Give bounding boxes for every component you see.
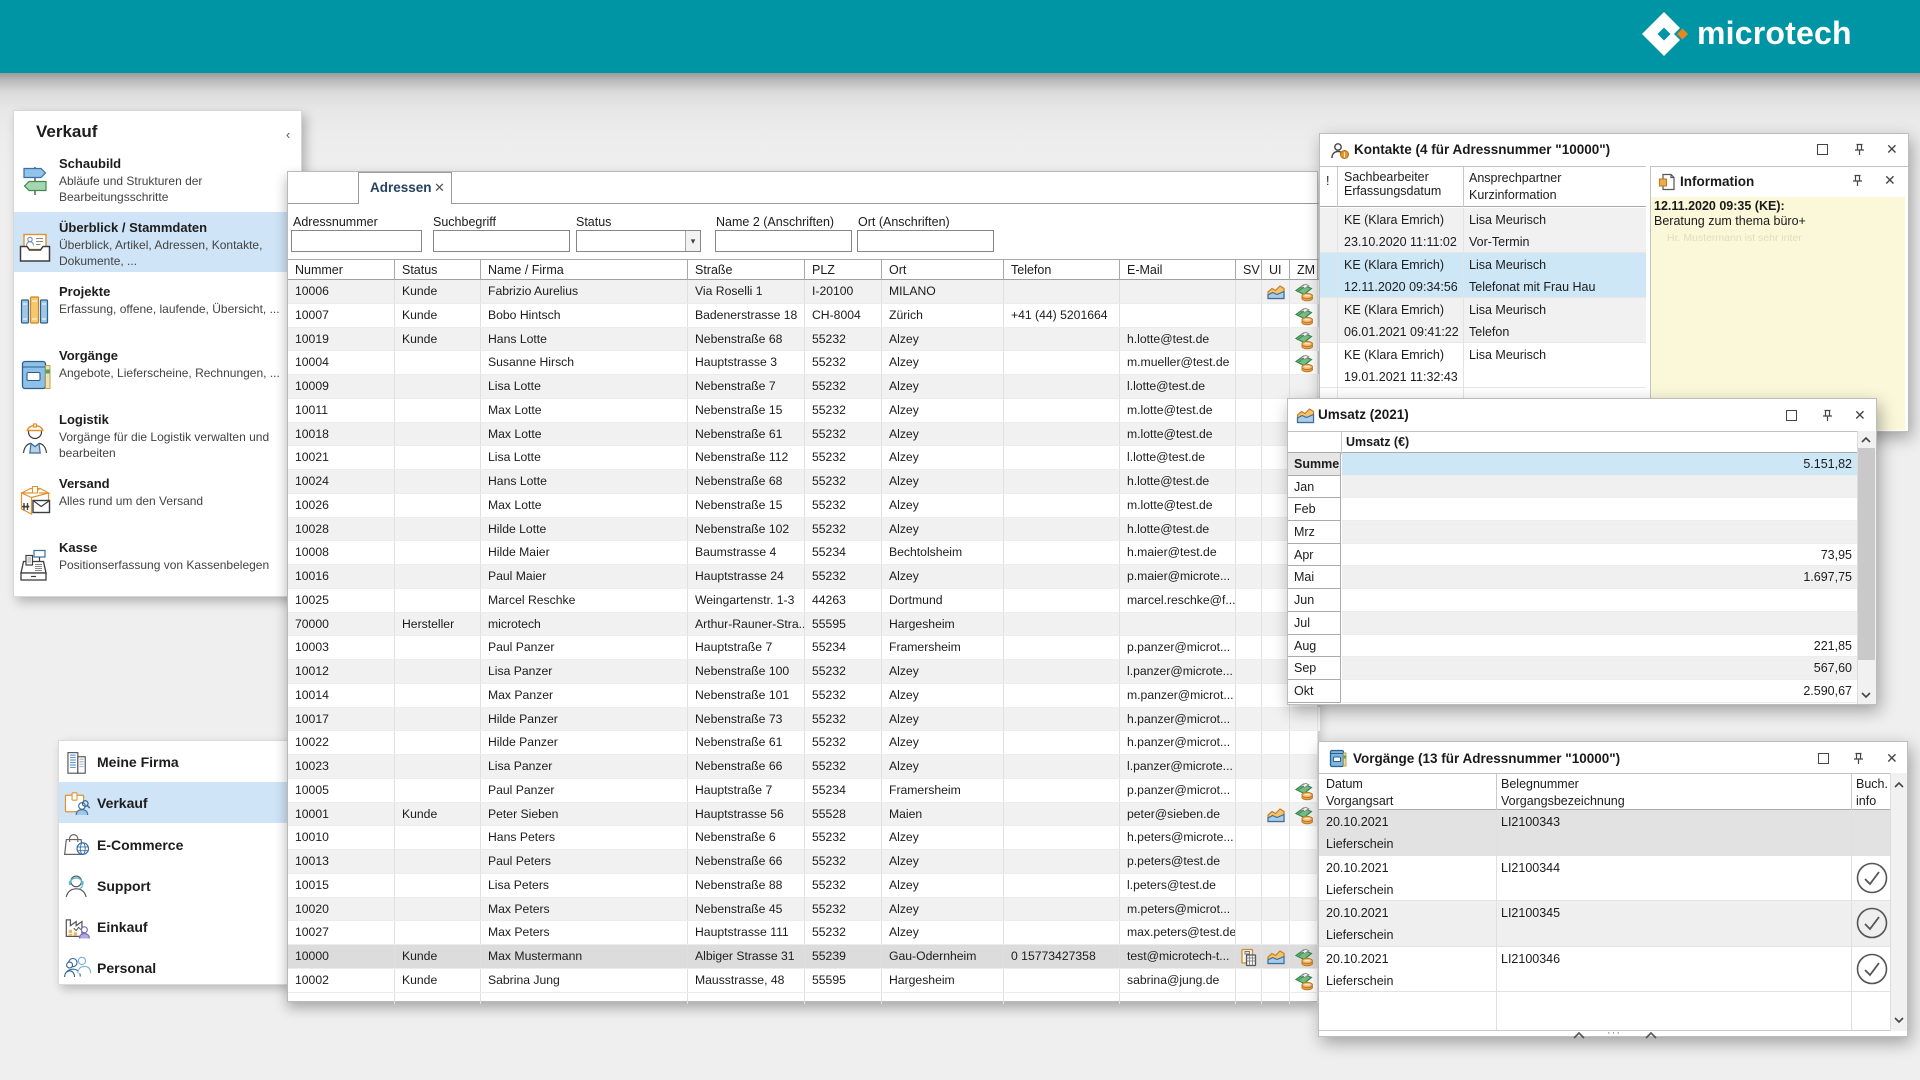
svg-text:i: i <box>1344 152 1346 159</box>
